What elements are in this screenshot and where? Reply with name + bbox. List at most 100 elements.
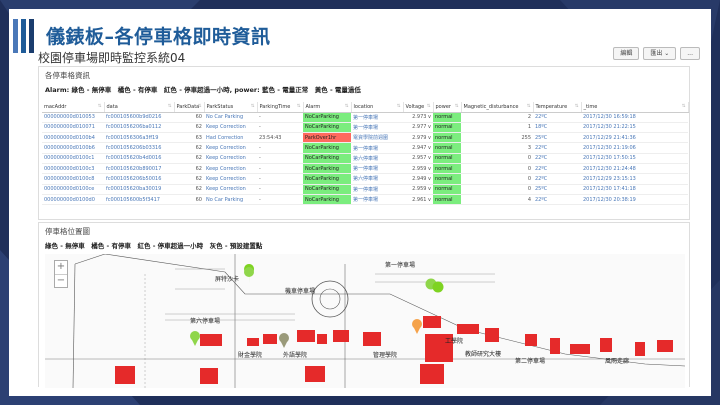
marker-green-2-icon[interactable] bbox=[425, 278, 444, 293]
sort-icon[interactable]: ⇅ bbox=[427, 104, 431, 109]
sort-icon[interactable]: ⇅ bbox=[297, 104, 301, 109]
column-header-parkdata[interactable]: ParkData ⇅ bbox=[174, 102, 205, 113]
sort-icon[interactable]: ⇅ bbox=[455, 104, 459, 109]
table-row[interactable]: 000000000d0100c8 fc0001056206b50016 62 Keep… bbox=[42, 173, 688, 185]
table-cell-temperature: 22ºC bbox=[533, 112, 581, 123]
table-cell-parkingtime: - bbox=[257, 173, 303, 185]
alarm-legend: Alarm: 綠色 - 無停車 橘色 - 有停車 紅色 - 停車超過一小時, p… bbox=[45, 86, 361, 94]
table-cell-power: normal bbox=[433, 184, 461, 195]
sort-icon[interactable]: ⇅ bbox=[345, 104, 349, 109]
sort-icon[interactable]: ⇅ bbox=[527, 104, 531, 109]
table-cell-parkstatus: Keep Correction bbox=[204, 173, 257, 185]
column-header-power[interactable]: power ⇅ bbox=[433, 102, 462, 113]
table-cell-data[interactable]: fc000105620ba30019 bbox=[104, 184, 174, 195]
table-cell-temperature: 25ºC bbox=[533, 184, 581, 195]
table-cell-temperature: 22ºC bbox=[533, 194, 581, 206]
column-header-data[interactable]: data ⇅ bbox=[104, 102, 175, 113]
column-header-label: Voltage bbox=[405, 103, 425, 110]
column-header-voltage[interactable]: Voltage ⇅ bbox=[403, 102, 434, 113]
table-cell-macaddr[interactable]: 000000000d0100d0 bbox=[42, 194, 104, 206]
table-cell-data[interactable]: fc000105600b5f3417 bbox=[104, 194, 174, 206]
table-row[interactable]: 000000000d010071 fc0001056206ba0112 62 Keep… bbox=[42, 122, 688, 134]
column-header-label: ParkingTime bbox=[259, 103, 291, 110]
table-cell-macaddr[interactable]: 000000000d010053 bbox=[42, 112, 104, 123]
table-cell-alarm: ParkOver1hr bbox=[303, 132, 351, 144]
table-cell-alarm: NoCarParking bbox=[303, 163, 351, 175]
table-cell-power: normal bbox=[433, 132, 461, 144]
table-row[interactable]: 000000000d0100c3 fc000105620b890017 62 Keep… bbox=[42, 163, 688, 175]
marker-orange-icon[interactable] bbox=[412, 319, 422, 334]
table-cell-location: 第一停車場 bbox=[351, 122, 403, 134]
table-cell-temperature: 25ºC bbox=[533, 132, 581, 144]
table-row[interactable]: 000000000d0100c1 fc000105620b4d0016 62 Keep… bbox=[42, 153, 688, 164]
column-header-alarm[interactable]: Alarm ⇅ bbox=[303, 102, 352, 113]
sort-icon[interactable]: ⇅ bbox=[168, 104, 172, 109]
marker-green-3-icon[interactable] bbox=[190, 331, 200, 346]
column-header-label: Alarm bbox=[305, 103, 321, 110]
marker-green-1-icon[interactable] bbox=[244, 264, 255, 284]
table-cell-data[interactable]: fc0001056206ba0112 bbox=[104, 122, 174, 134]
table-cell-voltage: 2.947 v bbox=[403, 142, 433, 154]
column-header-temperature[interactable]: Temperature ⇅ bbox=[533, 102, 582, 113]
column-header-label: location bbox=[353, 103, 374, 110]
sort-icon[interactable]: ⇅ bbox=[682, 104, 686, 109]
column-header--time[interactable]: _time ⇅ bbox=[581, 102, 689, 113]
table-cell--time: 2017/12/30 21:24:48 bbox=[581, 163, 688, 175]
table-row[interactable]: 000000000d0100ce fc000105620ba30019 62 Keep… bbox=[42, 184, 688, 195]
map-label: 第六停車場 bbox=[190, 318, 221, 325]
table-cell-data[interactable]: fc000105620b4d0016 bbox=[104, 153, 174, 164]
column-header-location[interactable]: location ⇅ bbox=[351, 102, 404, 113]
column-header-macaddr[interactable]: macAddr ⇅ bbox=[42, 102, 105, 113]
table-cell-macaddr[interactable]: 000000000d010071 bbox=[42, 122, 104, 134]
export-button[interactable]: 匯出 ⌄ bbox=[643, 47, 677, 60]
column-header-magnetic-disturbance[interactable]: Magnetic_disturbance ⇅ bbox=[461, 102, 534, 113]
table-cell-data[interactable]: fc000105620b890017 bbox=[104, 163, 174, 175]
table-cell-magnetic-disturbance: 0 bbox=[461, 153, 533, 164]
campus-map[interactable]: + − 第一停車場 機車停車場 第六停車場 工學院 財金學院 外語學院 管理學院… bbox=[45, 254, 685, 388]
table-cell-macaddr[interactable]: 000000000d0100c8 bbox=[42, 173, 104, 185]
table-cell-macaddr[interactable]: 000000000d0100ce bbox=[42, 184, 104, 195]
table-cell-macaddr[interactable]: 000000000d0100b4 bbox=[42, 132, 104, 144]
marker-gray-icon[interactable] bbox=[279, 333, 289, 348]
more-button[interactable]: ... bbox=[680, 47, 700, 60]
table-cell-parkdata: 62 bbox=[174, 163, 204, 175]
sort-icon[interactable]: ⇅ bbox=[575, 104, 579, 109]
parking-info-panel: 各停車格資訊 Alarm: 綠色 - 無停車 橘色 - 有停車 紅色 - 停車超… bbox=[38, 66, 690, 220]
table-cell-alarm: NoCarParking bbox=[303, 194, 351, 206]
table-cell-data[interactable]: fc000105600b9d0216 bbox=[104, 112, 174, 123]
table-cell-temperature: 22ºC bbox=[533, 163, 581, 175]
table-cell-data[interactable]: fc0001056206b03316 bbox=[104, 142, 174, 154]
zoom-in-button[interactable]: + bbox=[55, 261, 67, 274]
table-row[interactable]: 000000000d0100b4 fc0001056306a3ff19 63 Had … bbox=[42, 132, 688, 144]
table-cell-alarm: NoCarParking bbox=[303, 142, 351, 154]
table-cell-parkdata: 62 bbox=[174, 122, 204, 134]
table-cell-parkingtime: - bbox=[257, 142, 303, 154]
table-cell-data[interactable]: fc0001056206b50016 bbox=[104, 173, 174, 185]
sort-icon[interactable]: ⇅ bbox=[397, 104, 401, 109]
table-cell-macaddr[interactable]: 000000000d0100b6 bbox=[42, 142, 104, 154]
table-row[interactable]: 000000000d0100b6 fc0001056206b03316 62 Keep… bbox=[42, 142, 688, 154]
table-cell-voltage: 2.979 v bbox=[403, 132, 433, 144]
panel-title: 停車格位置圖 bbox=[45, 227, 90, 236]
sort-icon[interactable]: ⇅ bbox=[198, 104, 202, 109]
table-row[interactable]: 000000000d0100d0 fc000105600b5f3417 60 No C… bbox=[42, 194, 688, 206]
sort-icon[interactable]: ⇅ bbox=[98, 104, 102, 109]
table-cell-data[interactable]: fc0001056306a3ff19 bbox=[104, 132, 174, 144]
zoom-out-button[interactable]: − bbox=[55, 274, 67, 287]
table-cell-magnetic-disturbance: 4 bbox=[461, 194, 533, 206]
table-cell-parkdata: 60 bbox=[174, 112, 204, 123]
table-cell-power: normal bbox=[433, 153, 461, 164]
table-cell-parkingtime: - bbox=[257, 163, 303, 175]
map-label: 外語學院 bbox=[283, 352, 308, 359]
table-cell-parkdata: 63 bbox=[174, 132, 204, 144]
table-cell-location: 第一停車場 bbox=[351, 194, 403, 206]
table-cell-macaddr[interactable]: 000000000d0100c1 bbox=[42, 153, 104, 164]
table-cell-voltage: 2.961 v bbox=[403, 194, 433, 206]
table-cell-temperature: 22ºC bbox=[533, 153, 581, 164]
sort-icon[interactable]: ⇅ bbox=[251, 104, 255, 109]
table-cell-macaddr[interactable]: 000000000d0100c3 bbox=[42, 163, 104, 175]
edit-button[interactable]: 編輯 bbox=[613, 47, 640, 60]
column-header-parkstatus[interactable]: ParkStatus ⇅ bbox=[204, 102, 258, 113]
table-row[interactable]: 000000000d010053 fc000105600b9d0216 60 No C… bbox=[42, 112, 688, 123]
column-header-parkingtime[interactable]: ParkingTime ⇅ bbox=[257, 102, 304, 113]
